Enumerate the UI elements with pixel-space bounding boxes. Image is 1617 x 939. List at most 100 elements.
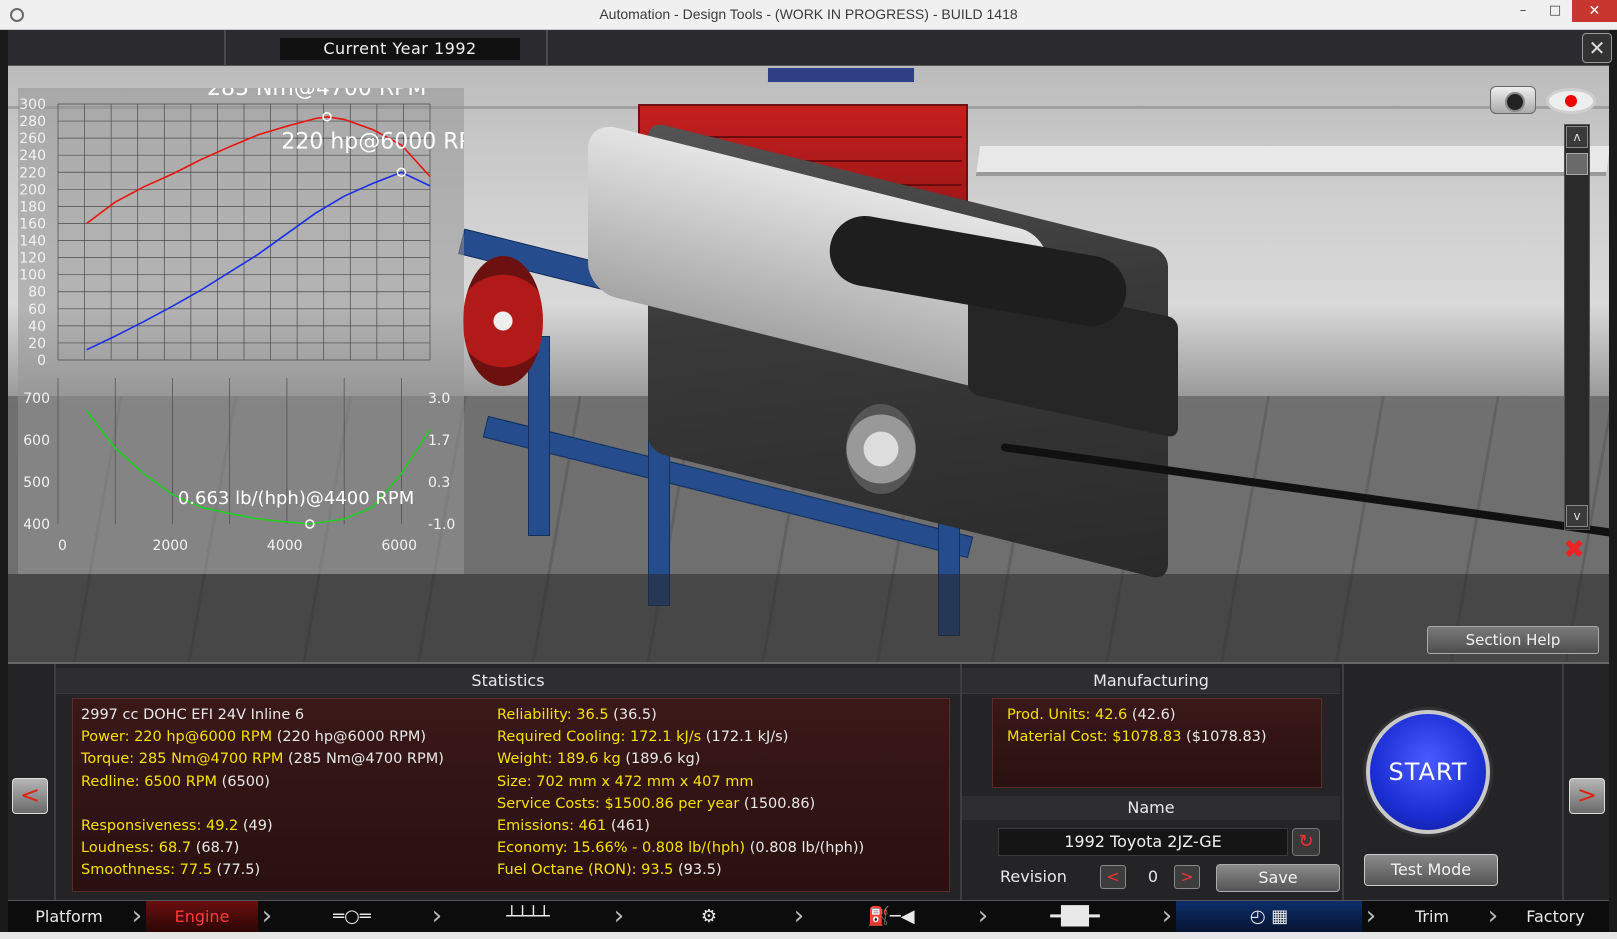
- reset-view-icon[interactable]: ✖: [1550, 534, 1598, 566]
- nav-exhaust[interactable]: ━██━: [992, 901, 1158, 933]
- stat-value: (42.6): [1127, 707, 1176, 723]
- stat-label: 2997 cc DOHC EFI 24V Inline 6: [81, 707, 305, 723]
- y-tick-label: 700: [23, 391, 50, 407]
- stat-row: Economy: 15.66% - 0.808 lb/(hph) (0.808 …: [497, 837, 864, 859]
- bottom-panel: Statistics 2997 cc DOHC EFI 24V Inline 6…: [8, 662, 1609, 902]
- stat-label: Torque: 285 Nm@4700 RPM: [81, 751, 284, 768]
- x-tick-label: 6000: [381, 538, 417, 554]
- refresh-name-icon[interactable]: ↻: [1292, 828, 1320, 856]
- engine-name-input[interactable]: 1992 Toyota 2JZ-GE: [998, 828, 1288, 856]
- panel-divider: [960, 664, 962, 902]
- fuel-system-icon: ⛽─◀: [867, 906, 915, 927]
- nav-fuel-system[interactable]: ⛽─◀: [808, 901, 974, 933]
- nav-engine[interactable]: Engine: [146, 901, 258, 933]
- chevron-right-icon: ›: [977, 901, 989, 931]
- consumption-label: 0.663 lb/(hph)@4400 RPM: [178, 488, 414, 509]
- stat-label: Smoothness: 77.5: [81, 862, 212, 879]
- nav-trim[interactable]: Trim: [1380, 901, 1484, 933]
- close-window-button[interactable]: ✕: [1572, 0, 1617, 22]
- stat-row: Loudness: 68.7 (68.7): [81, 837, 239, 859]
- y-tick-label: 260: [19, 131, 46, 147]
- chevron-right-icon: ›: [1161, 901, 1173, 931]
- stat-label: Size: 702 mm x 472 mm x 407 mm: [497, 773, 754, 790]
- panel-divider: [1342, 664, 1344, 902]
- valvetrain-icon: ┴┴┴┴: [506, 906, 550, 927]
- revision-next-button[interactable]: >: [1174, 865, 1200, 889]
- stat-value: (220 hp@6000 RPM): [272, 729, 427, 746]
- y-tick-label: 500: [23, 475, 50, 491]
- stat-value: (189.6 kg): [620, 751, 701, 768]
- scroll-down-button[interactable]: v: [1566, 505, 1588, 527]
- nav-crankshaft[interactable]: ═○═: [276, 901, 428, 933]
- stat-label: Weight: 189.6 kg: [497, 751, 621, 768]
- stat-value: (93.5): [673, 862, 722, 879]
- stat-label: Reliability: 36.5: [497, 707, 609, 723]
- x-tick-label: 2000: [152, 538, 188, 554]
- save-button[interactable]: Save: [1216, 864, 1340, 892]
- nav-platform[interactable]: Platform: [8, 901, 130, 933]
- turbo-icon: ⚙: [700, 906, 718, 927]
- stat-label: Material Cost: $1078.83: [1007, 729, 1182, 746]
- nav-tuning[interactable]: ◴ ▦: [1176, 901, 1362, 933]
- chevron-right-icon: ›: [1487, 901, 1499, 931]
- stat-label: Fuel Octane (RON): 93.5: [497, 862, 674, 879]
- zoom-scrollbar[interactable]: ʌ v: [1564, 124, 1590, 530]
- next-section-button[interactable]: >: [1569, 778, 1605, 814]
- stat-row: Size: 702 mm x 472 mm x 407 mm: [497, 771, 753, 793]
- scroll-thumb[interactable]: [1566, 153, 1588, 175]
- y-tick-label: 160: [19, 216, 46, 232]
- manufacturing-header: Manufacturing: [962, 668, 1340, 694]
- maximize-button[interactable]: □: [1540, 0, 1570, 22]
- nav-turbo[interactable]: ⚙: [628, 901, 790, 933]
- y-tick-label: 0: [37, 353, 46, 369]
- stat-row: Torque: 285 Nm@4700 RPM (285 Nm@4700 RPM…: [81, 748, 444, 770]
- revision-prev-button[interactable]: <: [1100, 865, 1126, 889]
- stat-value: (1500.86): [739, 795, 816, 812]
- prev-section-button[interactable]: <: [12, 778, 48, 814]
- y-tick-label: 60: [28, 302, 46, 318]
- stat-label: Required Cooling: 172.1 kJ/s: [497, 729, 702, 746]
- stat-row: Fuel Octane (RON): 93.5 (93.5): [497, 859, 722, 881]
- x-tick-label: 4000: [267, 538, 303, 554]
- stat-label: Redline: 6500 RPM: [81, 773, 218, 790]
- stat-row: Prod. Units: 42.6 (42.6): [1007, 704, 1176, 726]
- panel-divider: [1562, 664, 1564, 902]
- crankshaft-icon: ═○═: [333, 906, 371, 927]
- y-tick-label: 120: [19, 251, 46, 267]
- stat-value: (0.808 lb/(hph)): [745, 840, 865, 857]
- window-titlebar: Automation - Design Tools - (WORK IN PRO…: [0, 0, 1617, 30]
- stat-label: Loudness: 68.7: [81, 840, 192, 857]
- power-peak-label: 220 hp@6000 RPM: [281, 129, 464, 154]
- torque-peak-label: 285 Nm@4700 RPM: [207, 88, 426, 101]
- name-header: Name: [962, 796, 1340, 820]
- window-bottom-border: [0, 932, 1617, 939]
- y-tick-label: 600: [23, 433, 50, 449]
- nav-valvetrain[interactable]: ┴┴┴┴: [446, 901, 610, 933]
- scene-shade: [8, 574, 1609, 662]
- y-tick-label: 180: [19, 199, 46, 215]
- minimize-button[interactable]: –: [1508, 0, 1538, 22]
- start-button[interactable]: START: [1366, 710, 1490, 834]
- camera-icon[interactable]: [1490, 86, 1536, 114]
- y-tick-label: 80: [28, 285, 46, 301]
- close-designer-button[interactable]: ✕: [1582, 33, 1612, 63]
- section-help-button[interactable]: Section Help: [1427, 626, 1599, 654]
- nav-factory[interactable]: Factory: [1502, 901, 1609, 933]
- test-mode-button[interactable]: Test Mode: [1364, 854, 1498, 886]
- chevron-right-icon: ›: [431, 901, 443, 931]
- eye-icon[interactable]: [1546, 88, 1596, 114]
- y-tick-label: 220: [19, 165, 46, 181]
- y-tick-label: 20: [28, 336, 46, 352]
- stat-value: (6500): [217, 773, 270, 790]
- stat-row: Responsiveness: 49.2 (49): [81, 815, 273, 837]
- stat-row: Service Costs: $1500.86 per year (1500.8…: [497, 793, 815, 815]
- chevron-right-icon: ›: [1365, 901, 1377, 931]
- stat-label: Economy: 15.66% - 0.808 lb/(hph): [497, 840, 746, 857]
- chevron-right-icon: ›: [793, 901, 805, 931]
- stat-row: Smoothness: 77.5 (77.5): [81, 859, 260, 881]
- wall-sign: [766, 66, 916, 84]
- y2-tick-label: 0.3: [428, 475, 450, 491]
- scroll-up-button[interactable]: ʌ: [1566, 126, 1588, 148]
- stat-value: (68.7): [191, 840, 240, 857]
- y-tick-label: 100: [19, 268, 46, 284]
